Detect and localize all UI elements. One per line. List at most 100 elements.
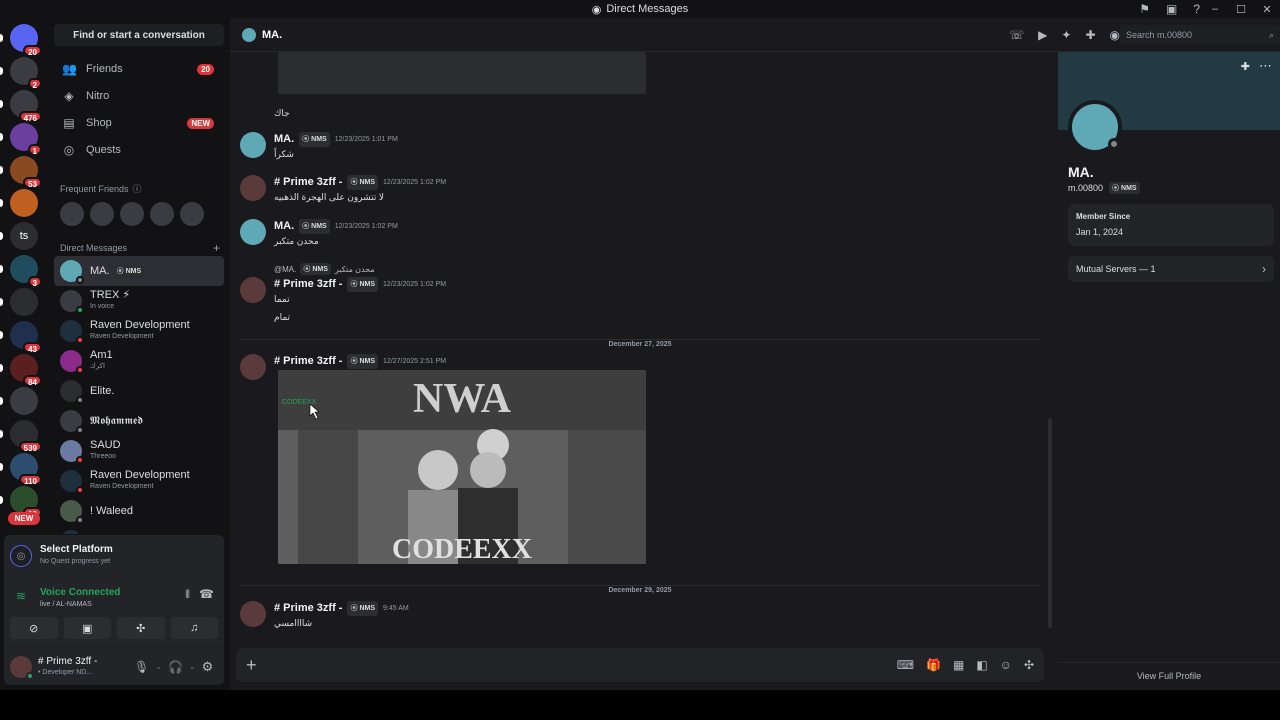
chevron-down-icon[interactable]: ⌄ <box>155 662 162 671</box>
quest-card[interactable]: ◎ Select Platform No Quest progress yet <box>10 539 218 573</box>
scrollbar[interactable] <box>1048 418 1052 628</box>
dm-item[interactable]: Raven Development Raven Development <box>54 316 224 346</box>
nav-item-shop[interactable]: ▤ Shop NEW <box>54 110 224 136</box>
message-avatar[interactable] <box>240 277 266 303</box>
message-composer[interactable]: + ⌨ 🎁 ▦ ◧ ☺ ✣ <box>236 648 1044 682</box>
dm-item[interactable]: Am1 اكرك <box>54 346 224 376</box>
sticker-icon[interactable]: ◧ <box>976 658 987 672</box>
add-attachment-icon[interactable]: + <box>246 655 257 676</box>
screen-share-button[interactable]: ▣ <box>63 617 111 639</box>
view-full-profile-button[interactable]: View Full Profile <box>1058 662 1280 681</box>
message-author[interactable]: # Prime 3zff - <box>274 278 342 291</box>
headphones-icon[interactable]: 🎧 <box>168 660 183 674</box>
message-avatar[interactable] <box>240 601 266 627</box>
profile-avatar[interactable] <box>1068 100 1122 154</box>
voice-connected-label[interactable]: Voice Connected <box>40 587 120 599</box>
message-author[interactable]: # Prime 3zff - <box>274 355 342 368</box>
activities-button[interactable]: ✣ <box>117 617 165 639</box>
user-avatar[interactable] <box>10 655 34 680</box>
search-input[interactable]: Search m.00800 ⌕ <box>1120 25 1280 45</box>
message-avatar[interactable] <box>240 175 266 201</box>
server-icon[interactable]: 43 <box>10 321 42 354</box>
inbox-icon[interactable]: ▣ <box>1166 2 1177 16</box>
server-icon[interactable]: 84 <box>10 354 42 387</box>
emoji-icon[interactable]: ☺ <box>1000 658 1012 672</box>
server-icon[interactable]: ts <box>10 222 38 250</box>
server-icon[interactable]: 476 <box>10 90 42 123</box>
friend-avatar[interactable] <box>150 202 174 226</box>
server-icon[interactable] <box>10 387 38 415</box>
previous-image-attachment[interactable] <box>278 52 646 94</box>
server-tag: NMS <box>113 264 145 278</box>
message-avatar[interactable] <box>240 219 266 245</box>
camera-off-button[interactable]: ⊘ <box>10 617 58 639</box>
new-badge[interactable]: NEW <box>8 512 40 525</box>
gift-icon[interactable]: 🎁 <box>926 658 941 672</box>
dm-item[interactable]: ! Waleed <box>54 496 224 526</box>
server-icon[interactable] <box>10 189 38 217</box>
server-icon[interactable]: 3 <box>10 255 42 288</box>
help-icon[interactable]: ? <box>1193 2 1200 16</box>
microphone-icon[interactable]: 🎙 <box>134 660 149 674</box>
nav-item-quests[interactable]: ◎ Quests <box>54 137 224 163</box>
message-author[interactable]: MA. <box>274 133 294 146</box>
server-icon[interactable]: 10 <box>10 486 42 519</box>
nav-item-nitro[interactable]: ◈ Nitro <box>54 83 224 109</box>
dm-item[interactable]: SAUD Threeoo <box>54 436 224 466</box>
user-name[interactable]: # Prime 3zff - <box>38 656 118 667</box>
noise-suppression-icon[interactable]: ⦀ <box>185 589 190 602</box>
user-profile-icon[interactable]: ◉ <box>1110 28 1120 42</box>
friend-avatar[interactable] <box>60 202 84 226</box>
add-friend-icon[interactable]: ✚ <box>1241 60 1250 73</box>
chevron-down-icon[interactable]: ⌄ <box>189 662 196 671</box>
dm-subtitle: In voice <box>90 303 115 310</box>
message-avatar[interactable] <box>240 132 266 158</box>
maximize-button[interactable]: ☐ <box>1228 3 1254 16</box>
message-author[interactable]: # Prime 3zff - <box>274 602 342 615</box>
dm-item[interactable]: Elite. <box>54 376 224 406</box>
friend-avatar[interactable] <box>120 202 144 226</box>
server-icon[interactable]: 53 <box>10 156 42 189</box>
message-author[interactable]: MA. <box>274 220 294 233</box>
server-icon[interactable]: 2 <box>10 57 42 90</box>
dm-item[interactable]: Raven Development <box>54 526 224 534</box>
dm-item[interactable]: 𝕸𝖔𝖍𝖆𝖒𝖒𝖊𝖉 <box>54 406 224 436</box>
video-call-icon[interactable]: ▶ <box>1038 28 1047 42</box>
message-avatar[interactable] <box>240 354 266 380</box>
dm-name-text: 𝕸𝖔𝖍𝖆𝖒𝖒𝖊𝖉 <box>90 415 143 427</box>
voice-channel-label[interactable]: live / AL-NAMAS <box>40 599 120 611</box>
friend-avatar[interactable] <box>90 202 114 226</box>
close-button[interactable]: ✕ <box>1254 3 1280 16</box>
disconnect-icon[interactable]: ☎ <box>199 587 214 601</box>
apps-icon[interactable]: ✣ <box>1024 658 1034 672</box>
server-icon[interactable]: 1 <box>10 123 42 156</box>
soundboard-button[interactable]: ♫ <box>170 617 218 639</box>
image-attachment[interactable]: NWA CODEEXX CODEEXX <box>278 370 646 564</box>
settings-icon[interactable]: ⚙ <box>202 659 214 675</box>
chat-message: جاك <box>240 106 290 132</box>
nav-item-friends[interactable]: 👥 Friends 20 <box>54 56 224 82</box>
add-friend-icon[interactable]: ✚ <box>1085 28 1095 42</box>
message-author[interactable]: # Prime 3zff - <box>274 176 342 189</box>
gif-icon[interactable]: ▦ <box>953 658 964 672</box>
flag-icon[interactable]: ⚑ <box>1139 2 1150 16</box>
server-icon[interactable]: 539 <box>10 420 42 453</box>
dm-name: ! Waleed <box>90 506 133 517</box>
minimize-button[interactable]: – <box>1202 3 1228 15</box>
find-conversation-button[interactable]: Find or start a conversation <box>54 24 224 46</box>
server-icon[interactable]: 110 <box>10 453 42 486</box>
app-launcher-icon[interactable]: ⌨ <box>897 658 914 672</box>
dm-item[interactable]: MA.NMS <box>54 256 224 286</box>
more-options-icon[interactable]: ⋯ <box>1259 58 1272 74</box>
pin-icon[interactable]: ✦ <box>1061 28 1071 42</box>
server-icon[interactable] <box>10 288 38 316</box>
signal-icon: ≋ <box>16 589 27 603</box>
mutual-servers-card[interactable]: Mutual Servers — 1 › <box>1068 256 1274 282</box>
create-dm-icon[interactable]: + <box>213 241 220 255</box>
friend-avatar[interactable] <box>180 202 204 226</box>
server-icon[interactable]: 20 <box>10 24 42 57</box>
call-icon[interactable]: ☏ <box>1009 28 1024 42</box>
dm-item[interactable]: Raven Development Raven Development <box>54 466 224 496</box>
reply-preview[interactable]: @MA.NMSمحدن متكبر <box>274 263 375 275</box>
dm-item[interactable]: TREX ⚡ In voice <box>54 286 224 316</box>
